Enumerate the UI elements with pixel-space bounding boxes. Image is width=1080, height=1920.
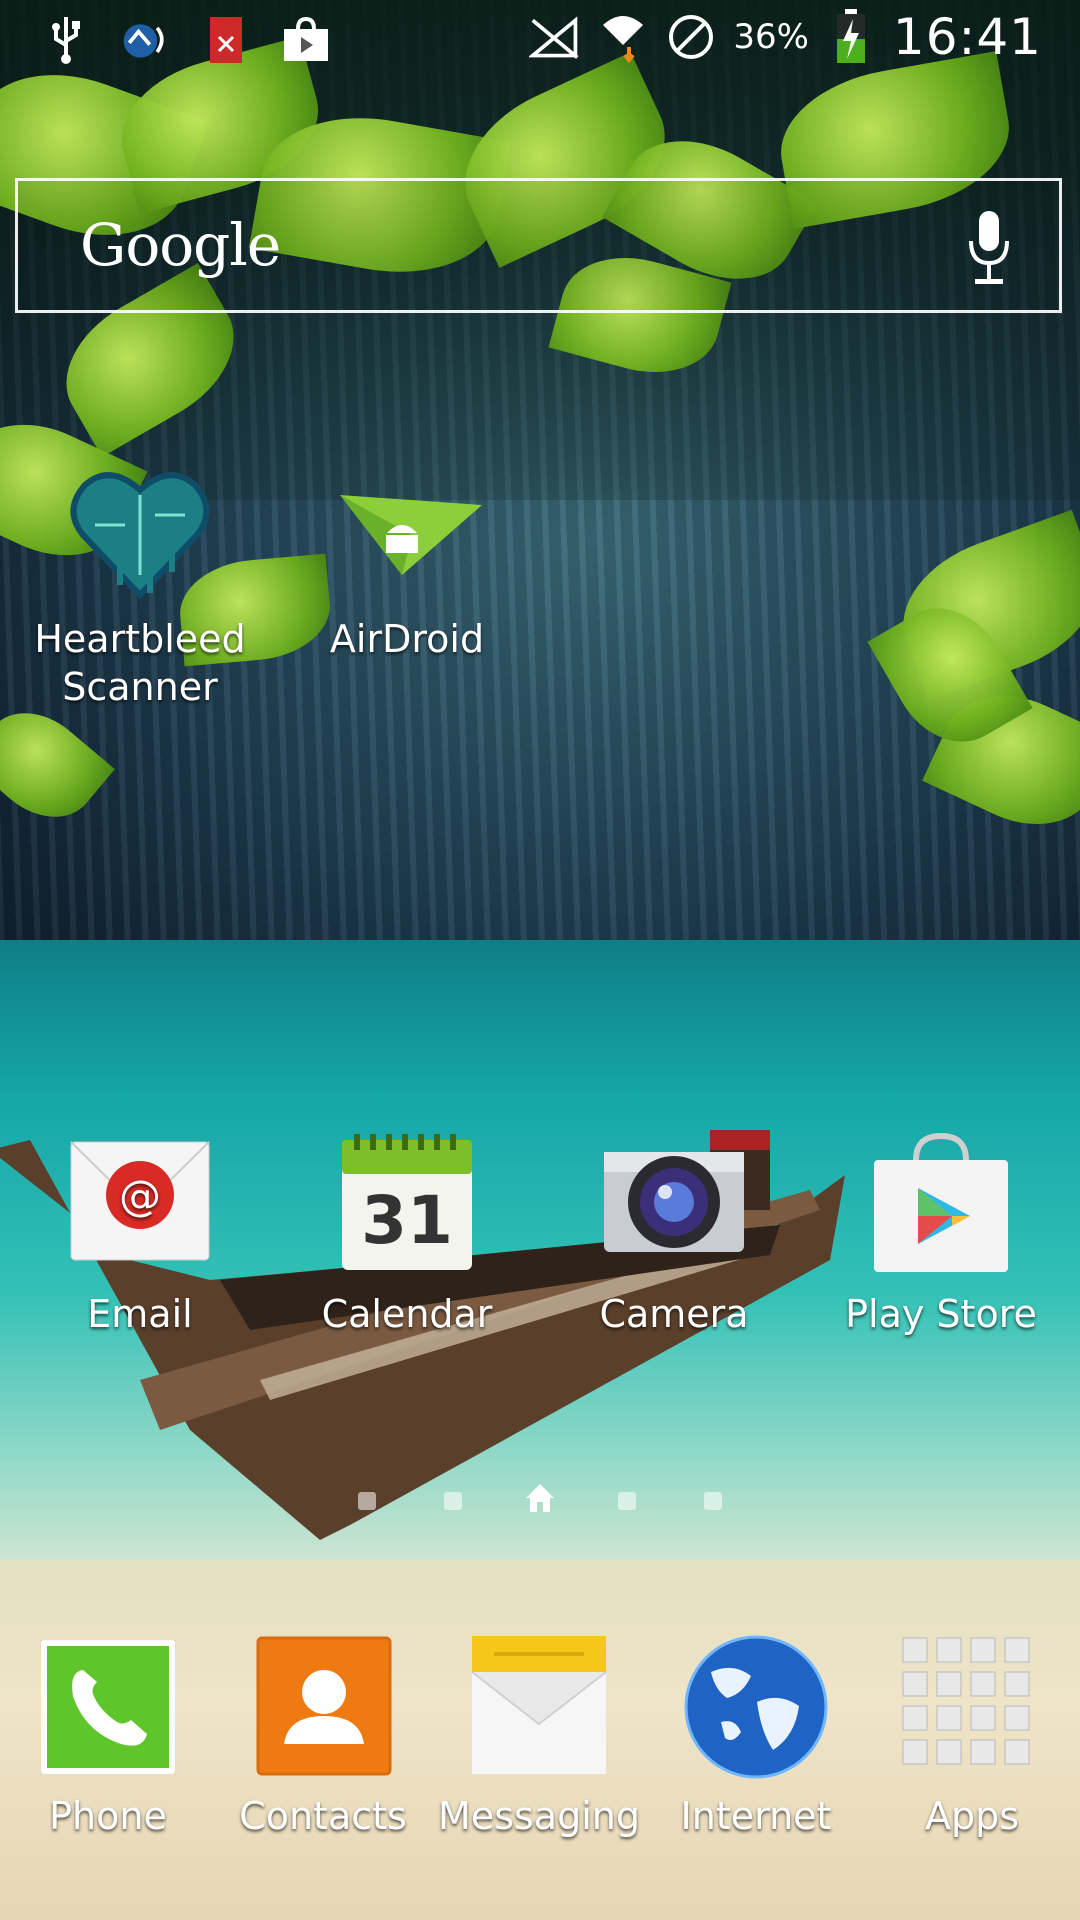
- play-store-icon: [866, 1130, 1016, 1280]
- dock-contacts[interactable]: Contacts: [208, 1632, 438, 1840]
- dock-internet[interactable]: Internet: [641, 1632, 871, 1840]
- app-airdroid[interactable]: AirDroid: [292, 455, 522, 663]
- airdroid-icon: [332, 455, 482, 605]
- mic-icon[interactable]: [969, 211, 1009, 291]
- store-bag-icon: [280, 12, 332, 68]
- app-label: AirDroid: [329, 617, 485, 661]
- app-label: Camera: [599, 1292, 749, 1336]
- page-dot[interactable]: [618, 1492, 636, 1510]
- page-dot[interactable]: [358, 1492, 376, 1510]
- app-label: Calendar: [321, 1292, 493, 1336]
- clock: 16:41: [892, 8, 1042, 66]
- dock-messaging[interactable]: Messaging: [424, 1632, 654, 1840]
- google-logo[interactable]: Google: [80, 211, 281, 279]
- app-label: Heartbleed Scanner: [34, 617, 246, 709]
- file-error-icon: [200, 12, 252, 68]
- app-label: Play Store: [845, 1292, 1037, 1336]
- app-camera[interactable]: Camera: [559, 1130, 789, 1338]
- messaging-icon: [464, 1632, 614, 1782]
- app-calendar[interactable]: 31 Calendar: [292, 1130, 522, 1338]
- app-label: Email: [87, 1292, 193, 1336]
- home-icon[interactable]: [524, 1482, 556, 1514]
- no-signal-icon: [529, 9, 581, 65]
- app-label: Contacts: [239, 1794, 407, 1838]
- page-dot[interactable]: [704, 1492, 722, 1510]
- calendar-day: 31: [361, 1182, 453, 1259]
- airdroid-status-icon: [120, 12, 172, 68]
- app-label: Phone: [49, 1794, 167, 1838]
- app-email[interactable]: @ Email: [25, 1130, 255, 1338]
- battery-percent: 36%: [733, 17, 809, 57]
- apps-grid-icon: [897, 1632, 1047, 1782]
- blocked-icon: [665, 9, 717, 65]
- email-icon: @: [65, 1130, 215, 1280]
- app-heartbleed-scanner[interactable]: Heartbleed Scanner: [25, 455, 255, 711]
- calendar-icon: 31: [332, 1130, 482, 1280]
- battery-charging-icon: [825, 9, 877, 65]
- page-dot[interactable]: [444, 1492, 462, 1510]
- google-search-bar[interactable]: Google: [15, 178, 1062, 313]
- app-play-store[interactable]: Play Store: [826, 1130, 1056, 1338]
- dock-phone[interactable]: Phone: [0, 1632, 223, 1840]
- camera-icon: [599, 1130, 749, 1280]
- wifi-icon: [597, 9, 649, 65]
- svg-text:@: @: [119, 1171, 161, 1220]
- status-bar: 36% 16:41: [0, 0, 1080, 80]
- dock-apps[interactable]: Apps: [857, 1632, 1080, 1840]
- app-label: Apps: [924, 1794, 1020, 1838]
- globe-icon: [681, 1632, 831, 1782]
- app-label: Messaging: [438, 1794, 640, 1838]
- contacts-icon: [248, 1632, 398, 1782]
- phone-icon: [33, 1632, 183, 1782]
- usb-icon: [40, 12, 92, 68]
- heartbleed-icon: [65, 455, 215, 605]
- page-indicator: [0, 1480, 1080, 1520]
- app-label: Internet: [680, 1794, 832, 1838]
